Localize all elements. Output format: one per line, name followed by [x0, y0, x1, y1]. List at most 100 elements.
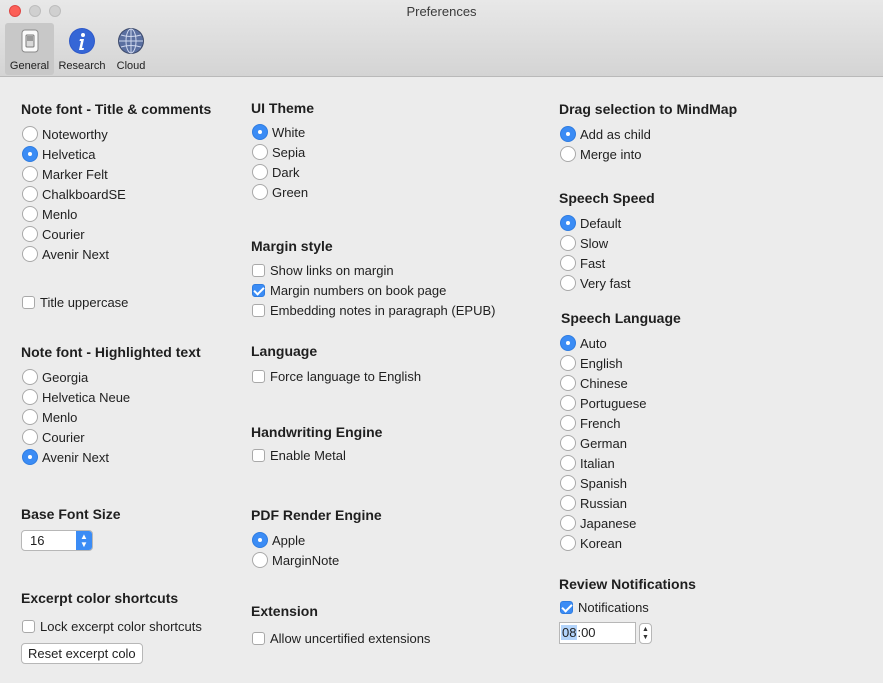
checkbox[interactable]: [560, 600, 573, 614]
radio-button[interactable]: [252, 124, 268, 140]
radio-french[interactable]: French: [560, 414, 620, 432]
radio-button[interactable]: [560, 435, 576, 451]
radio-button[interactable]: [560, 495, 576, 511]
radio-button[interactable]: [22, 409, 38, 425]
lock-excerpt-checkbox[interactable]: Lock excerpt color shortcuts: [21, 617, 202, 635]
radio-courier-highlight[interactable]: Courier: [22, 428, 85, 446]
show-links-checkbox[interactable]: Show links on margin: [251, 261, 394, 279]
radio-button[interactable]: [22, 146, 38, 162]
radio-button[interactable]: [560, 535, 576, 551]
radio-avenir-next[interactable]: Avenir Next: [22, 245, 109, 263]
radio-white[interactable]: White: [252, 123, 305, 141]
margin-numbers-checkbox[interactable]: Margin numbers on book page: [251, 281, 446, 299]
radio-sepia[interactable]: Sepia: [252, 143, 305, 161]
title-uppercase-checkbox[interactable]: Title uppercase: [21, 293, 128, 311]
checkbox[interactable]: [252, 631, 265, 645]
radio-russian[interactable]: Russian: [560, 494, 627, 512]
radio-slow[interactable]: Slow: [560, 234, 608, 252]
radio-button[interactable]: [560, 355, 576, 371]
radio-noteworthy[interactable]: Noteworthy: [22, 125, 108, 143]
radio-button[interactable]: [22, 369, 38, 385]
radio-button[interactable]: [560, 126, 576, 142]
radio-button[interactable]: [22, 389, 38, 405]
radio-button[interactable]: [22, 206, 38, 222]
radio-button[interactable]: [252, 164, 268, 180]
radio-german[interactable]: German: [560, 434, 627, 452]
radio-dark[interactable]: Dark: [252, 163, 299, 181]
radio-fast[interactable]: Fast: [560, 254, 605, 272]
radio-button[interactable]: [22, 166, 38, 182]
radio-chalkboardse[interactable]: ChalkboardSE: [22, 185, 126, 203]
radio-very-fast[interactable]: Very fast: [560, 274, 631, 292]
enable-metal-checkbox[interactable]: Enable Metal: [251, 446, 346, 464]
radio-default[interactable]: Default: [560, 214, 621, 232]
radio-label: German: [580, 435, 627, 451]
checkbox[interactable]: [252, 263, 265, 277]
radio-button[interactable]: [22, 186, 38, 202]
radio-korean[interactable]: Korean: [560, 534, 622, 552]
checkbox[interactable]: [252, 448, 265, 462]
radio-button[interactable]: [560, 335, 576, 351]
notifications-checkbox[interactable]: Notifications: [559, 598, 649, 616]
radio-marker-felt[interactable]: Marker Felt: [22, 165, 108, 183]
radio-chinese[interactable]: Chinese: [560, 374, 628, 392]
radio-button[interactable]: [560, 375, 576, 391]
radio-button[interactable]: [560, 275, 576, 291]
radio-button[interactable]: [560, 415, 576, 431]
radio-merge-into[interactable]: Merge into: [560, 145, 641, 163]
checkbox[interactable]: [22, 295, 35, 309]
radio-apple[interactable]: Apple: [252, 531, 305, 549]
radio-add-as-child[interactable]: Add as child: [560, 125, 651, 143]
time-minutes: :00: [577, 625, 596, 640]
radio-button[interactable]: [252, 552, 268, 568]
radio-menlo-highlight[interactable]: Menlo: [22, 408, 77, 426]
radio-button[interactable]: [22, 246, 38, 262]
time-stepper[interactable]: ▲ ▼: [639, 623, 652, 644]
radio-button[interactable]: [22, 429, 38, 445]
reset-excerpt-button[interactable]: Reset excerpt colo: [21, 643, 143, 664]
radio-menlo[interactable]: Menlo: [22, 205, 77, 223]
tab-general[interactable]: General: [5, 23, 54, 75]
embedding-notes-checkbox[interactable]: Embedding notes in paragraph (EPUB): [251, 301, 495, 319]
radio-marginnote[interactable]: MarginNote: [252, 551, 339, 569]
radio-button[interactable]: [252, 184, 268, 200]
radio-label: Very fast: [580, 275, 631, 291]
font-size-popup[interactable]: 16 ▲ ▼: [21, 530, 93, 551]
radio-button[interactable]: [560, 455, 576, 471]
force-english-checkbox[interactable]: Force language to English: [251, 367, 421, 385]
checkbox[interactable]: [252, 283, 265, 297]
radio-georgia[interactable]: Georgia: [22, 368, 88, 386]
radio-button[interactable]: [560, 255, 576, 271]
radio-auto[interactable]: Auto: [560, 334, 607, 352]
radio-button[interactable]: [252, 532, 268, 548]
radio-spanish[interactable]: Spanish: [560, 474, 627, 492]
radio-courier[interactable]: Courier: [22, 225, 85, 243]
radio-english[interactable]: English: [560, 354, 623, 372]
radio-portuguese[interactable]: Portuguese: [560, 394, 647, 412]
radio-button[interactable]: [560, 515, 576, 531]
radio-button[interactable]: [560, 475, 576, 491]
checkbox[interactable]: [252, 303, 265, 317]
radio-helvetica-neue[interactable]: Helvetica Neue: [22, 388, 130, 406]
radio-button[interactable]: [22, 126, 38, 142]
radio-button[interactable]: [252, 144, 268, 160]
chevron-up-icon[interactable]: ▲: [642, 626, 649, 634]
tab-cloud[interactable]: Cloud: [110, 23, 152, 75]
radio-button[interactable]: [560, 395, 576, 411]
radio-helvetica[interactable]: Helvetica: [22, 145, 95, 163]
radio-button[interactable]: [22, 449, 38, 465]
radio-avenir-next-highlight[interactable]: Avenir Next: [22, 448, 109, 466]
checkbox[interactable]: [252, 369, 265, 383]
radio-italian[interactable]: Italian: [560, 454, 615, 472]
radio-green[interactable]: Green: [252, 183, 308, 201]
radio-japanese[interactable]: Japanese: [560, 514, 636, 532]
tab-research[interactable]: Research: [57, 23, 107, 75]
notification-time-field[interactable]: 08:00: [559, 622, 636, 644]
allow-uncertified-checkbox[interactable]: Allow uncertified extensions: [251, 629, 430, 647]
radio-button[interactable]: [560, 235, 576, 251]
radio-button[interactable]: [560, 146, 576, 162]
radio-button[interactable]: [560, 215, 576, 231]
checkbox[interactable]: [22, 619, 35, 633]
radio-button[interactable]: [22, 226, 38, 242]
chevron-down-icon[interactable]: ▼: [642, 634, 649, 642]
